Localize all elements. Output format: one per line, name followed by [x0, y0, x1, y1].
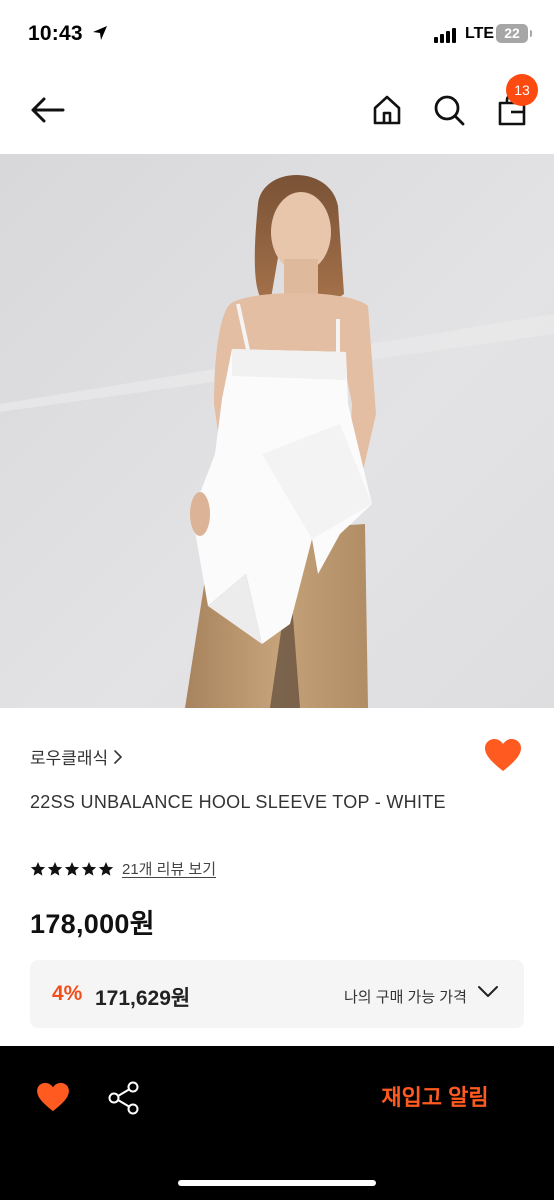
- signal-icon: [434, 27, 460, 43]
- search-button[interactable]: [427, 88, 471, 132]
- wishlist-button[interactable]: [484, 738, 522, 777]
- my-price-dropdown[interactable]: 4% 171,629원 나의 구매 가능 가격: [30, 960, 524, 1028]
- star-icon: [30, 861, 46, 876]
- star-icon: [81, 861, 97, 876]
- search-icon: [434, 95, 465, 126]
- product-price: 178,000원: [30, 909, 155, 939]
- network-type: LTE: [465, 25, 495, 42]
- product-image[interactable]: [0, 154, 554, 708]
- my-price-label: 나의 구매 가능 가격: [344, 989, 467, 1006]
- heart-icon: [485, 739, 521, 771]
- battery-icon: 22: [496, 24, 528, 43]
- location-arrow-icon: [93, 26, 107, 40]
- discounted-price: 171,629원: [95, 987, 191, 1010]
- rating-stars: [30, 861, 114, 877]
- brand-name: 로우클래식: [30, 749, 109, 768]
- share-icon: [108, 1081, 139, 1115]
- status-time: 10:43: [28, 22, 83, 45]
- product-name: 22SS UNBALANCE HOOL SLEEVE TOP - WHITE: [30, 792, 446, 812]
- home-icon: [373, 95, 401, 125]
- star-icon: [98, 861, 114, 876]
- back-button[interactable]: [25, 88, 69, 132]
- home-button[interactable]: [365, 88, 409, 132]
- share-button[interactable]: [106, 1080, 142, 1121]
- bottom-action-bar: 재입고 알림: [0, 1046, 554, 1200]
- chevron-right-icon: [114, 749, 123, 764]
- rating-row: 21개 리뷰 보기: [30, 858, 216, 879]
- discount-rate: 4%: [52, 982, 83, 1005]
- restock-alert-button[interactable]: 재입고 알림: [360, 1078, 510, 1118]
- home-indicator: [178, 1180, 376, 1186]
- back-arrow-icon: [31, 97, 65, 123]
- review-link[interactable]: 21개 리뷰 보기: [122, 858, 216, 879]
- star-icon: [47, 861, 63, 876]
- cart-count-badge: 13: [506, 74, 538, 106]
- status-bar: 10:43 LTE 22: [0, 0, 554, 66]
- product-photo: [0, 154, 554, 708]
- top-nav: [0, 66, 554, 154]
- bottom-wishlist-button[interactable]: [36, 1082, 70, 1117]
- battery-tip: [530, 30, 532, 37]
- heart-icon: [37, 1082, 69, 1112]
- chevron-down-icon: [478, 986, 498, 997]
- brand-link[interactable]: 로우클래식: [30, 744, 123, 769]
- star-icon: [64, 861, 80, 876]
